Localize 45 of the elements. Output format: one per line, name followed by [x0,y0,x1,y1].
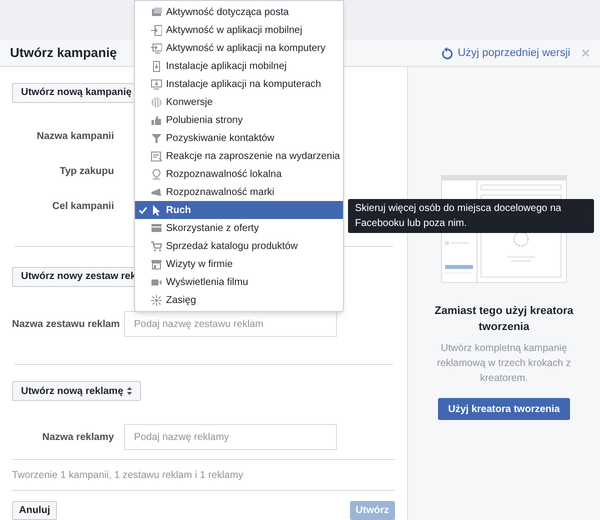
field-label: Cel kampanii [51,200,115,214]
dialog-title: Utwórz kampanię [10,44,117,62]
menu-item[interactable]: Ruch [135,201,343,219]
create-ad-button[interactable]: Utwórz nową reklamę [12,381,142,401]
ad-name-field[interactable]: Podaj nazwę reklamy [124,424,337,450]
menu-item[interactable]: Pozyskiwanie kontaktów [135,129,343,147]
cart-icon [151,240,162,252]
desktop-enter-icon [151,42,162,54]
guided-creation-button[interactable]: Użyj kreatora tworzenia [438,398,570,420]
summary-text: Tworzenie 1 kampanii, 1 zestawu reklam i 1 reklamy [12,468,244,482]
burst-icon [151,294,162,306]
guided-title: Zamiast tego użyj kreatora tworzenia [434,304,574,335]
menu-item[interactable]: Aktywność w aplikacji mobilnej [135,21,343,39]
previous-version-link[interactable]: Użyj poprzedniej wersji [458,44,570,62]
map-pin-icon [151,168,162,180]
thumbs-up-icon [151,114,162,126]
undo-icon [440,46,453,60]
menu-item[interactable]: Instalacje aplikacji mobilnej [135,57,343,75]
phone-download-icon [151,60,162,72]
funnel-icon [151,132,162,144]
posts-icon [151,6,162,18]
checkmark-icon [139,206,147,214]
mobile-enter-icon [151,24,162,36]
menu-item[interactable]: Aktywność w aplikacji na komputery [135,39,343,57]
menu-item[interactable]: Reakcje na zaproszenie na wydarzenia [135,147,343,165]
menu-item[interactable]: Skorzystanie z oferty [135,219,343,237]
menu-item[interactable]: Zasięg [135,291,343,309]
field-label: Nazwa zestawu reklam [12,318,121,332]
menu-item[interactable]: Rozpoznawalność marki [135,183,343,201]
ad-set-name-field[interactable]: Podaj nazwę zestawu reklam [124,311,337,337]
field-label: Nazwa reklamy [41,430,115,444]
monitor-download-icon [151,78,162,90]
tooltip: Skieruj więcej osób do miejsca docelowego na Facebooku lub poza nim. [348,199,594,233]
menu-item[interactable]: Sprzedaż katalogu produktów [135,237,343,255]
field-label: Nazwa kampanii [36,130,115,144]
video-camera-icon [151,276,162,288]
menu-item[interactable]: Rozpoznawalność lokalna [135,165,343,183]
field-label: Typ zakupu [58,164,115,178]
menu-item[interactable]: Polubienia strony [135,111,343,129]
sort-caret-icon [127,387,132,395]
guided-description: Utwórz kompletną kampanię reklamową w trzech krokach z kreatorem. [436,342,572,386]
menu-item[interactable]: Aktywność dotycząca posta [135,3,343,21]
cursor-icon [151,204,162,216]
storefront-icon [151,258,162,270]
cancel-button[interactable]: Anuluj [12,501,58,520]
